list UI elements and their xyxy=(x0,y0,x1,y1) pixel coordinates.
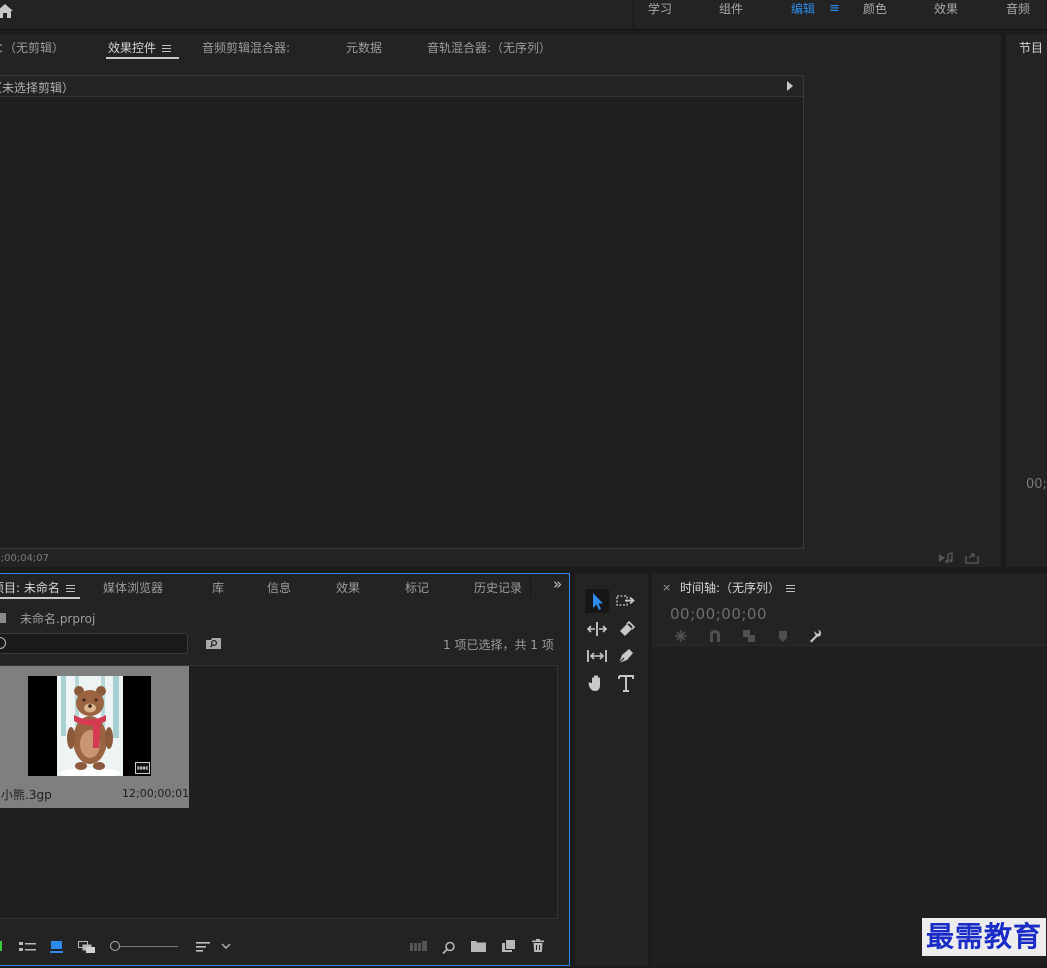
chevron-down-icon[interactable] xyxy=(221,943,231,950)
clip-duration: 12;00;00;01 xyxy=(122,787,190,800)
list-view-icon[interactable] xyxy=(19,941,36,953)
effect-controls-timecode: 00;00;04;07 xyxy=(0,553,50,564)
tab-project-label: 项目: 未命名 xyxy=(0,581,60,595)
tab-history[interactable]: 历史记录 xyxy=(474,579,522,596)
clip-title: （未选择剪辑） xyxy=(0,81,75,95)
workspace-tab-audio[interactable]: 音频 xyxy=(1006,0,1030,28)
panel-menu-icon[interactable] xyxy=(786,585,796,592)
tab-effects[interactable]: 效果 xyxy=(336,579,360,596)
selection-tool[interactable] xyxy=(585,589,609,613)
ripple-edit-tool[interactable] xyxy=(585,617,609,641)
razor-icon xyxy=(620,620,636,636)
tab-effect-controls[interactable]: 效果控件 xyxy=(108,39,172,56)
export-icon[interactable] xyxy=(965,551,979,564)
panel-menu-icon[interactable] xyxy=(162,45,172,52)
project-file-icon xyxy=(0,613,6,623)
tab-audio-track-mixer[interactable]: 音轨混合器:（无序列） xyxy=(427,39,551,56)
selection-status: 1 项已选择，共 1 项 xyxy=(443,638,554,652)
program-monitor-title[interactable]: 节目 xyxy=(1019,39,1043,56)
workspace-bar: 学习 组件 编辑 ≡ 颜色 效果 音频 xyxy=(0,0,1047,30)
panel-overflow-icon[interactable]: » xyxy=(553,575,562,593)
snap-magnet-icon[interactable] xyxy=(708,629,722,643)
tab-info[interactable]: 信息 xyxy=(267,579,291,596)
tab-project[interactable]: 项目: 未命名 xyxy=(0,579,75,596)
nest-sequence-icon[interactable] xyxy=(674,629,688,643)
find-icon[interactable] xyxy=(442,941,456,955)
wrench-icon[interactable] xyxy=(809,629,823,643)
watermark-logo: 最需教育 xyxy=(922,918,1047,956)
pen-tool[interactable] xyxy=(614,644,638,668)
timeline-panel: × 时间轴:（无序列） 00;00;00;00 xyxy=(652,573,1047,966)
icon-view-icon[interactable] xyxy=(50,941,64,953)
timeline-title: 时间轴:（无序列） xyxy=(680,581,781,595)
program-monitor-panel: 节目 00; xyxy=(1006,34,1047,567)
workspace-tab-color[interactable]: 颜色 xyxy=(863,0,887,28)
effect-controls-panel: 源：（无剪辑） 效果控件 音频剪辑混合器: 元数据 音轨混合器:（无序列） （未… xyxy=(0,34,1001,567)
tab-effect-controls-label: 效果控件 xyxy=(108,41,157,55)
zoom-slider-track[interactable] xyxy=(120,946,178,947)
tab-audio-clip-mixer[interactable]: 音频剪辑混合器: xyxy=(202,39,290,56)
tools-panel xyxy=(575,573,648,966)
active-tab-underline xyxy=(106,57,179,59)
active-tab-underline xyxy=(0,597,80,599)
freeform-view-icon[interactable] xyxy=(78,941,96,953)
sort-icon[interactable] xyxy=(196,941,210,953)
search-icon xyxy=(0,637,6,649)
search-input[interactable] xyxy=(0,633,188,654)
hand-icon xyxy=(588,675,600,691)
workspace-tab-assembly[interactable]: 组件 xyxy=(719,0,743,28)
razor-tool[interactable] xyxy=(614,617,638,641)
pen-icon xyxy=(618,649,633,664)
tab-media-browser[interactable]: 媒体浏览器 xyxy=(103,579,163,596)
clip-name: 小熊.3gp xyxy=(1,788,52,802)
hand-tool[interactable] xyxy=(585,671,609,695)
bear-thumbnail-image xyxy=(57,676,123,776)
panel-menu-icon[interactable] xyxy=(65,585,75,592)
timeline-timecode[interactable]: 00;00;00;00 xyxy=(670,605,767,623)
clip-header: （未选择剪辑） xyxy=(0,76,803,97)
add-marker-icon[interactable] xyxy=(776,629,790,643)
tab-timeline[interactable]: 时间轴:（无序列） xyxy=(680,579,796,596)
automate-to-sequence-icon[interactable] xyxy=(410,941,427,952)
slip-icon xyxy=(587,650,607,662)
play-audio-icon[interactable] xyxy=(938,552,954,564)
project-panel: 项目: 未命名 媒体浏览器 库 信息 效果 标记 历史记录 » 未命名.prpr… xyxy=(0,573,570,966)
trash-icon[interactable] xyxy=(532,939,544,952)
video-audio-badge-icon xyxy=(135,762,150,774)
tab-source[interactable]: 源：（无剪辑） xyxy=(0,39,64,56)
new-bin-icon[interactable] xyxy=(471,940,486,952)
slip-tool[interactable] xyxy=(585,644,609,668)
workspace-tab-effects[interactable]: 效果 xyxy=(934,0,958,28)
linked-selection-icon[interactable] xyxy=(742,629,756,643)
track-select-icon xyxy=(616,595,635,606)
tab-libraries[interactable]: 库 xyxy=(212,579,224,596)
expand-timeline-icon[interactable] xyxy=(787,81,793,91)
project-file-name: 未命名.prproj xyxy=(20,612,96,626)
zoom-slider-knob[interactable] xyxy=(110,941,120,951)
home-icon[interactable] xyxy=(0,3,14,19)
type-tool[interactable] xyxy=(614,671,638,695)
workspace-separator xyxy=(633,0,634,30)
type-icon xyxy=(618,675,634,692)
project-grid: 小熊.3gp 12;00;00;01 xyxy=(0,665,558,919)
selection-arrow-icon xyxy=(593,593,603,610)
close-icon[interactable]: × xyxy=(662,581,671,594)
workspace-menu-icon[interactable]: ≡ xyxy=(829,0,840,18)
program-timecode: 00; xyxy=(1026,477,1047,492)
workspace-tab-learn[interactable]: 学习 xyxy=(648,0,672,28)
new-item-icon[interactable] xyxy=(502,940,515,952)
lock-toggle-icon[interactable] xyxy=(0,941,2,951)
track-select-tool[interactable] xyxy=(614,589,638,613)
effect-controls-area: （未选择剪辑） xyxy=(0,75,804,549)
tab-markers[interactable]: 标记 xyxy=(405,579,429,596)
tab-metadata[interactable]: 元数据 xyxy=(346,39,382,56)
workspace-tab-editing[interactable]: 编辑 xyxy=(791,0,815,28)
ripple-edit-icon xyxy=(586,622,608,636)
clip-item[interactable]: 小熊.3gp 12;00;00;01 xyxy=(0,666,189,808)
tab-separator xyxy=(530,578,531,596)
find-in-bin-icon[interactable] xyxy=(206,638,221,649)
